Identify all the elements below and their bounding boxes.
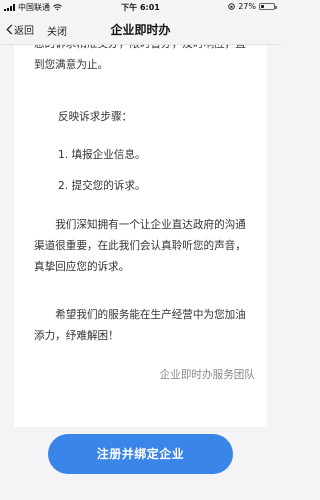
channel-paragraph: 我们深知拥有一个让企业直达政府的沟通渠道很重要，在此我们会认真聆听您的声音，真挚…	[34, 219, 246, 273]
battery-percent: 27%	[238, 2, 256, 11]
nav-bar: 返回 关闭 企业即时办	[0, 14, 281, 45]
wish-paragraph: 希望我们的服务能在生产经营中为您加油添力，纾难解困！	[34, 309, 246, 342]
page-title: 企业即时办	[110, 23, 171, 37]
intro-paragraph: 您的诉求精准交办，限时督办，及时响应，直到您满意为止。	[34, 45, 246, 71]
steps-heading: 反映诉求步骤：	[58, 111, 133, 123]
step-item-1: 1. 填报企业信息。	[58, 149, 146, 161]
step-item-2: 2. 提交您的诉求。	[58, 180, 146, 192]
status-right: 27%	[228, 2, 277, 11]
battery-icon	[259, 3, 277, 10]
register-bind-enterprise-button[interactable]: 注册并绑定企业	[48, 434, 233, 474]
status-bar: 中国联通 下午 6:01 27%	[0, 0, 281, 14]
battery-fill	[261, 5, 264, 8]
orientation-lock-icon	[228, 3, 235, 10]
team-signature: 企业即时办服务团队	[159, 369, 255, 381]
content-card: 您的诉求精准交办，限时督办，及时响应，直到您满意为止。 反映诉求步骤： 1. 填…	[14, 45, 267, 427]
